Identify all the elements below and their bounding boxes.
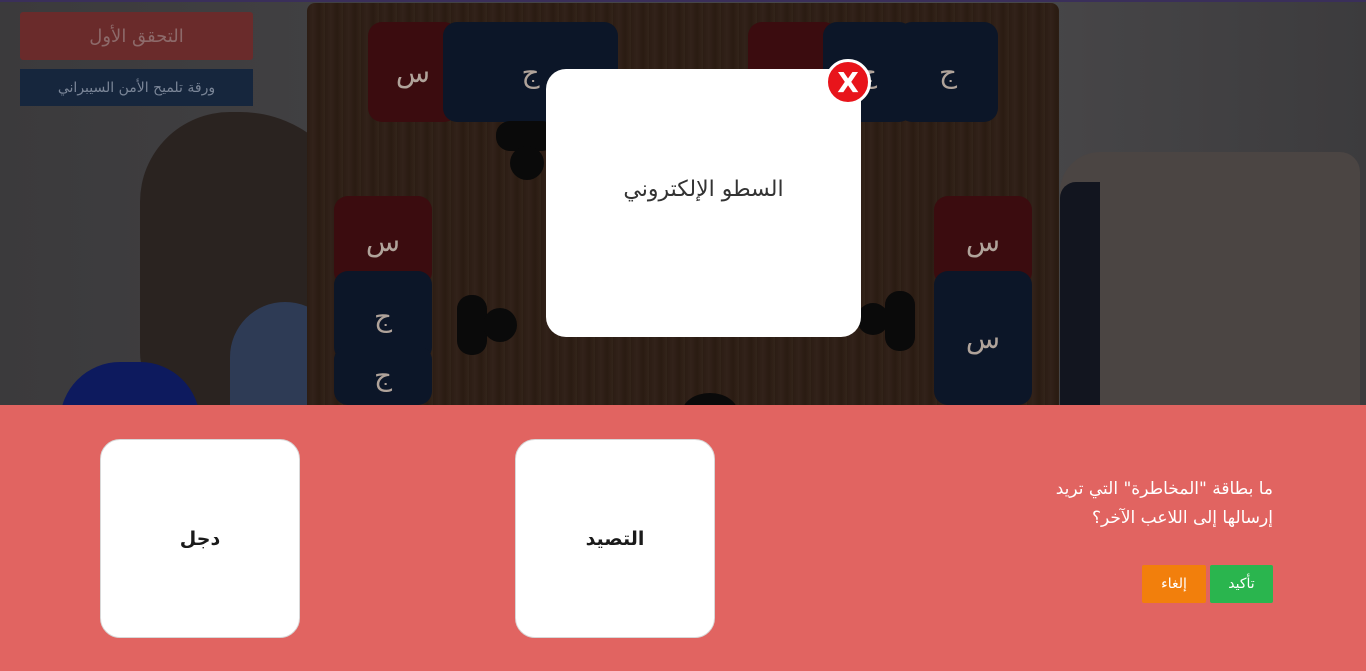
tile-glyph: س — [395, 55, 431, 89]
board-peg — [483, 308, 517, 342]
first-check-button[interactable]: التحقق الأول — [20, 12, 253, 60]
card-selection-panel: دجل التصيد ما بطاقة "المخاطرة" التي تريد… — [0, 405, 1366, 671]
board-peg — [885, 291, 915, 351]
background-furniture-shape — [1060, 152, 1360, 405]
question-line: ما بطاقة "المخاطرة" التي تريد — [1055, 479, 1273, 499]
board-tile-defense: ج — [334, 346, 432, 405]
board-peg — [857, 303, 889, 335]
card-modal: السطو الإلكتروني — [546, 69, 861, 337]
selection-question: ما بطاقة "المخاطرة" التي تريد إرسالها إل… — [1013, 475, 1273, 533]
board-tile-defense: ج — [898, 22, 998, 122]
tile-glyph: ج — [373, 299, 393, 333]
board-tile-defense: س — [934, 271, 1032, 405]
risk-card-option[interactable]: التصيد — [515, 439, 715, 638]
modal-card-text: السطو الإلكتروني — [623, 176, 784, 202]
risk-card-option[interactable]: دجل — [100, 439, 300, 638]
tile-glyph: ج — [938, 55, 958, 89]
tile-glyph: ج — [521, 55, 540, 89]
board-peg — [510, 146, 544, 180]
close-icon[interactable]: X — [825, 59, 871, 105]
question-line: إرسالها إلى اللاعب الآخر؟ — [1091, 508, 1273, 528]
background-screen-shape — [1060, 182, 1100, 405]
confirm-button[interactable]: تأكيد — [1210, 565, 1273, 603]
cancel-button[interactable]: إلغاء — [1142, 565, 1206, 603]
tile-glyph: س — [365, 224, 401, 258]
tile-glyph: س — [965, 321, 1001, 355]
tile-glyph: ج — [373, 359, 393, 392]
cybersecurity-hint-sheet-button[interactable]: ورقة تلميح الأمن السيبراني — [20, 69, 253, 106]
tile-glyph: س — [965, 224, 1001, 258]
